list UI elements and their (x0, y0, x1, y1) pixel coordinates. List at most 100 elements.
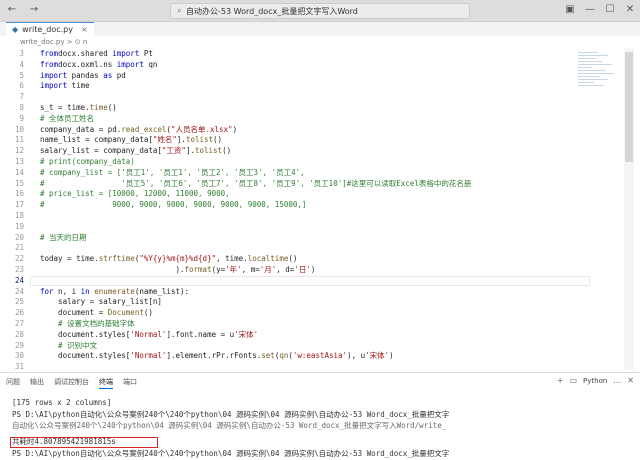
line-number: 10 (14, 124, 24, 134)
code-line[interactable]: # price_list = [10000, 12000, 11000, 900… (40, 189, 230, 199)
code-line[interactable]: salary_list = company_data["工资"].tolist(… (40, 146, 231, 156)
panel-tab[interactable]: 问题 (6, 377, 20, 389)
code-token: import (40, 81, 68, 91)
code-line[interactable]: document.styles['Normal'].element.rPr.rF… (40, 351, 394, 361)
code-line[interactable]: document = Document() (40, 308, 153, 318)
code-token: format (184, 265, 212, 274)
maximize-icon[interactable]: ☐ (604, 4, 616, 15)
code-line[interactable]: fromdocx.shared import Pt (40, 49, 153, 59)
code-line[interactable]: # 9000, 9000, 9000, 9000, 9000, 9000, 15… (40, 200, 306, 210)
code-token: salary_list = company_data[ (40, 146, 162, 156)
code-token: set (261, 351, 275, 361)
code-token: in (80, 286, 90, 296)
tab-write-doc[interactable]: ◆ write_doc.py × (6, 22, 94, 36)
terminal-icon[interactable]: ▭ (569, 376, 577, 385)
editor-tab-bar: ◆ write_doc.py × (0, 22, 640, 36)
code-token: # '员工5', '员工6', '员工7', '员工8', '员工9', '员工… (40, 178, 472, 188)
line-number: 23 (14, 265, 24, 274)
code-token: time (89, 103, 108, 112)
code-token: today = time. (40, 254, 99, 264)
breadcrumb[interactable]: write_doc.py > ⊙ n (20, 38, 87, 48)
code-token: () (213, 135, 223, 145)
code-line[interactable]: company_data = pd.read_excel("人员名单.xlsx"… (40, 125, 237, 135)
line-number: 16 (14, 189, 24, 199)
line-number: 28 (14, 329, 24, 339)
code-token: from (40, 59, 59, 69)
code-line[interactable]: # 全体员工姓名 (40, 114, 94, 124)
code-token: ). (40, 265, 185, 274)
code-line[interactable]: import pandas as pd (40, 71, 126, 81)
code-line[interactable]: import time (40, 81, 90, 91)
code-token: as (103, 70, 113, 80)
code-token: # price_list = [10000, 12000, 11000, 900… (40, 189, 230, 199)
code-token: () (143, 308, 153, 318)
code-token: () (288, 254, 298, 264)
code-token: pandas (67, 70, 104, 80)
code-token: "人员名单.xlsx" (170, 124, 233, 134)
code-line[interactable]: for n, i in enumerate(name_list): (40, 287, 189, 297)
code-line[interactable]: s_t = time.time() (40, 103, 117, 113)
code-line[interactable]: salary = salary_list[n] (40, 297, 162, 307)
panel-tab[interactable]: 端口 (123, 377, 137, 389)
line-number: 11 (14, 135, 24, 145)
line-number: 15 (14, 178, 24, 188)
close-icon[interactable]: ✕ (624, 4, 636, 15)
line-number: 4 (19, 59, 24, 69)
code-token: strftime (98, 254, 135, 264)
code-line[interactable]: # 识别中文 (40, 341, 97, 351)
line-number: 12 (14, 146, 24, 156)
line-number: 22 (14, 254, 24, 264)
forward-arrow-icon[interactable]: → (28, 4, 40, 15)
line-number: 20 (14, 232, 24, 242)
code-line[interactable]: ).format(y='年', m='月', d='日') (40, 265, 315, 275)
code-token: # 9000, 9000, 9000, 9000, 9000, 9000, 15… (40, 200, 307, 210)
panel-tab[interactable]: 终端 (99, 377, 113, 389)
code-line[interactable]: # print(company_data) (40, 157, 135, 167)
add-terminal-icon[interactable]: + (557, 376, 564, 385)
code-line[interactable]: # 当天的日期 (40, 233, 87, 243)
code-token: # 识别中文 (40, 340, 98, 350)
line-number: 27 (14, 319, 24, 328)
minimize-icon[interactable]: — (584, 4, 596, 15)
editor-scrollbar-thumb[interactable] (625, 52, 633, 162)
panel-tabs: 问题 输出 调试控制台 终端 端口 (6, 377, 137, 389)
code-token: ), u (347, 351, 366, 361)
terminal-python-label[interactable]: Python (583, 377, 607, 385)
line-number: 14 (14, 167, 24, 177)
layout-icon[interactable]: ▣ (564, 4, 576, 15)
minimap[interactable] (578, 52, 618, 112)
code-token: '日' (294, 265, 311, 274)
panel-close-icon[interactable]: ✕ (627, 376, 634, 385)
code-token: docx.shared (58, 49, 113, 58)
terminal-line: PS D:\AI\python自动化\公众号案例240个\240个python\… (12, 410, 450, 419)
code-line[interactable]: # company_list = ['员工1', '员工1', '员工2', '… (40, 168, 305, 178)
code-token: ) (232, 124, 238, 134)
code-token: time (67, 81, 90, 91)
code-line[interactable]: fromdocx.oxml.ns import qn (40, 60, 157, 70)
code-token: "工资" (161, 146, 186, 156)
back-arrow-icon[interactable]: ← (6, 4, 18, 15)
more-icon[interactable]: … (613, 376, 621, 385)
code-token: enumerate (94, 286, 135, 296)
code-token: (name_list): (134, 286, 190, 296)
code-token: localtime (247, 254, 289, 264)
code-token: Pt (139, 49, 153, 58)
panel-tab[interactable]: 输出 (30, 377, 44, 389)
code-line[interactable]: # '员工5', '员工6', '员工7', '员工8', '员工9', '员工… (40, 179, 471, 189)
code-token: (y= (211, 265, 226, 274)
code-token: "姓名" (152, 135, 177, 145)
command-center-search[interactable]: ⌕ 自动办公-53 Word_docx_批量把文字写入Word (170, 3, 470, 19)
code-line[interactable]: # 设置文档的基础字体 (40, 319, 135, 329)
code-line[interactable]: document.styles['Normal'].font.name = u'… (40, 330, 258, 340)
code-line[interactable]: name_list = company_data["姓名"].tolist() (40, 135, 222, 145)
code-token: for (40, 286, 54, 296)
code-token: name_list = company_data[ (40, 135, 153, 145)
terminal-line: 自动化\公众号案例240个\240个python\04 源码实例\04 源码实例… (12, 421, 447, 430)
tab-close-icon[interactable]: × (81, 25, 88, 34)
panel-tab[interactable]: 调试控制台 (54, 377, 89, 389)
code-line[interactable]: today = time.strftime("%Y{y}%m{m}%d{d}",… (40, 254, 297, 264)
code-token: import (112, 49, 140, 58)
line-number: 7 (19, 92, 24, 102)
tab-label: write_doc.py (22, 25, 73, 34)
code-editor[interactable]: 3 4 5 6 7 8 9 10 11 12 13 14 15 16 17 18 19 20 21 22 23 24 24 2… (0, 48, 640, 370)
